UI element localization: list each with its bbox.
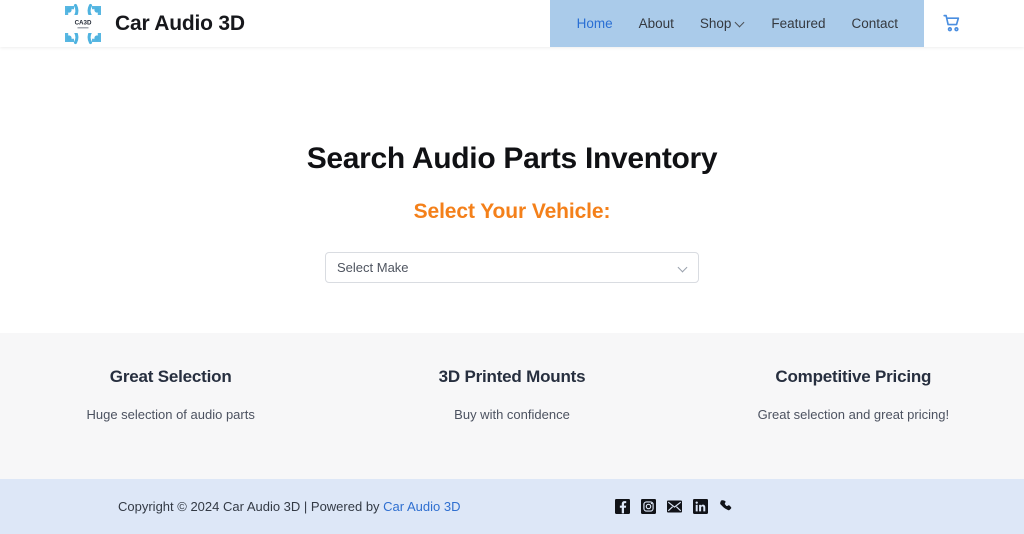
copyright-prefix: Copyright © 2024 Car Audio 3D | Powered …: [118, 499, 384, 514]
brand-name: Car Audio 3D: [115, 11, 245, 35]
vehicle-make-select[interactable]: Select Make: [325, 252, 699, 283]
copyright-text: Copyright © 2024 Car Audio 3D | Powered …: [118, 499, 460, 514]
linkedin-icon[interactable]: [693, 499, 708, 514]
page-title: Search Audio Parts Inventory: [306, 142, 718, 175]
feature-title: 3D Printed Mounts: [438, 367, 586, 386]
page-root: CA3D Car Audio 3D Home About Shop Featur…: [0, 0, 1024, 534]
phone-icon[interactable]: [719, 499, 734, 514]
features-section: Great Selection Huge selection of audio …: [0, 333, 1024, 479]
nav-item-contact[interactable]: Contact: [838, 0, 911, 47]
brand-logo-link[interactable]: CA3D Car Audio 3D: [0, 0, 245, 47]
main-nav: Home About Shop Featured Contact: [549, 0, 924, 47]
site-header: CA3D Car Audio 3D Home About Shop Featur…: [0, 0, 1024, 47]
powered-by-link[interactable]: Car Audio 3D: [383, 499, 460, 514]
feature-card-competitive-pricing: Competitive Pricing Great selection and …: [683, 367, 1024, 424]
cart-area: [924, 0, 1024, 47]
nav-item-about-label: About: [638, 16, 674, 31]
nav-item-featured[interactable]: Featured: [758, 0, 838, 47]
nav-item-contact-label: Contact: [851, 16, 898, 31]
instagram-icon[interactable]: [641, 499, 656, 514]
chevron-down-icon: [736, 18, 745, 27]
feature-text: Huge selection of audio parts: [86, 407, 255, 422]
social-links: [615, 499, 962, 514]
feature-text: Buy with confidence: [454, 407, 570, 422]
nav-item-home-label: Home: [576, 16, 613, 31]
shopping-cart-icon[interactable]: [942, 13, 963, 34]
vehicle-make-select-wrap: Select Make: [325, 252, 699, 283]
email-icon[interactable]: [667, 499, 682, 514]
site-footer: Copyright © 2024 Car Audio 3D | Powered …: [0, 479, 1024, 534]
hero-subtitle: Select Your Vehicle:: [413, 200, 611, 223]
feature-title: Great Selection: [109, 367, 232, 386]
hero-section: Search Audio Parts Inventory Select Your…: [0, 47, 1024, 333]
facebook-glyph: [615, 499, 630, 514]
feature-text: Great selection and great pricing!: [757, 407, 950, 422]
logo-wordmark: CA3D: [75, 19, 92, 26]
car-audio-3d-logo-icon: CA3D: [65, 3, 101, 44]
phone-glyph: [720, 500, 732, 511]
facebook-icon[interactable]: [615, 499, 630, 514]
nav-item-featured-label: Featured: [771, 16, 826, 31]
instagram-glyph: [641, 499, 656, 514]
header-right: Home About Shop Featured Contact: [549, 0, 1024, 47]
nav-item-shop-label: Shop: [699, 16, 732, 31]
feature-card-great-selection: Great Selection Huge selection of audio …: [0, 367, 341, 424]
email-glyph: [667, 500, 682, 513]
feature-card-3d-printed-mounts: 3D Printed Mounts Buy with confidence: [341, 367, 682, 424]
feature-title: Competitive Pricing: [775, 367, 932, 386]
linkedin-glyph: [693, 499, 708, 514]
nav-item-shop[interactable]: Shop: [687, 0, 759, 47]
nav-item-home[interactable]: Home: [564, 0, 626, 47]
nav-item-about[interactable]: About: [626, 0, 687, 47]
